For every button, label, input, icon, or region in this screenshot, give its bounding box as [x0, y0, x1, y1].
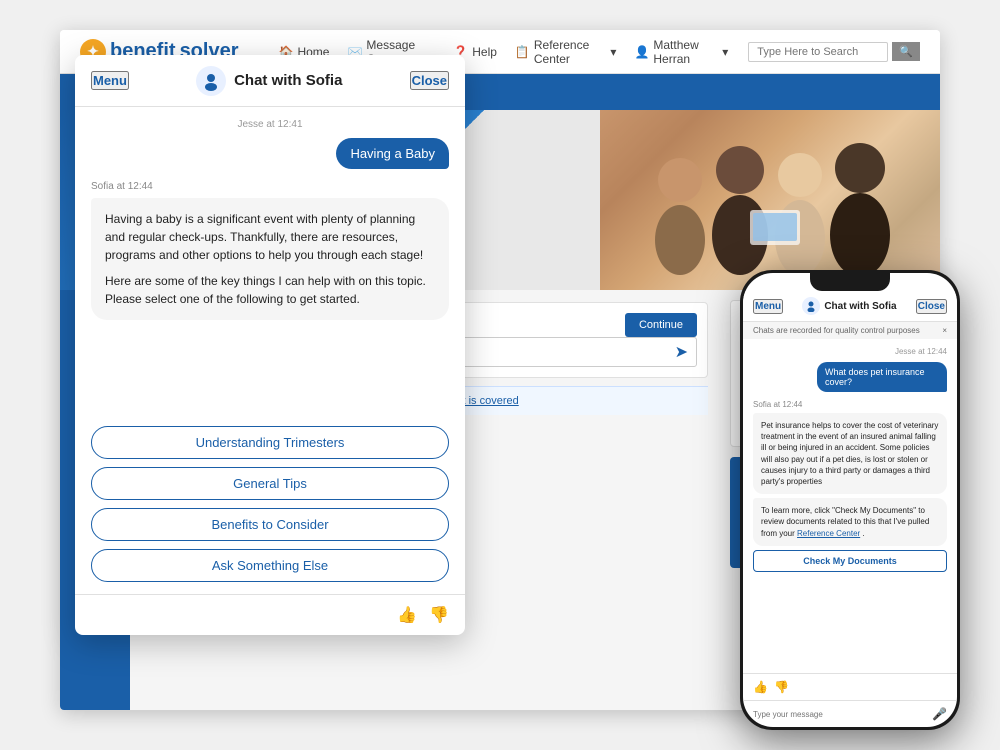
phone-chat-title: Chat with Sofia [824, 301, 896, 312]
nav-reference-center[interactable]: 📋 Reference Center ▾ [515, 38, 617, 66]
reference-icon: 📋 [515, 45, 530, 59]
sofia-avatar [196, 66, 226, 96]
phone-reference-link[interactable]: Reference Center [797, 529, 860, 538]
chat-close-button[interactable]: Close [410, 71, 449, 90]
phone-messages-area: Jesse at 12:44 What does pet insurance c… [743, 339, 957, 673]
phone-notice-close[interactable]: × [942, 326, 947, 335]
quick-replies-area: Understanding Trimesters General Tips Be… [75, 426, 465, 594]
phone-check-documents-button[interactable]: Check My Documents [753, 550, 947, 572]
user-bubble-text: Having a Baby [336, 138, 449, 169]
phone-user-timestamp: Jesse at 12:44 [753, 347, 947, 356]
user-timestamp: Jesse at 12:41 [91, 119, 449, 130]
phone-mic-icon[interactable]: 🎤 [932, 707, 947, 721]
phone-notice-bar: Chats are recorded for quality control p… [743, 322, 957, 339]
chat-messages-area: Jesse at 12:41 Having a Baby Sofia at 12… [75, 107, 465, 426]
phone-input-area: 🎤 [743, 700, 957, 727]
qr-general-tips[interactable]: General Tips [91, 467, 449, 500]
send-arrow-icon[interactable]: ➤ [667, 338, 696, 366]
nav-user[interactable]: 👤 Matthew Herran ▾ [634, 38, 728, 66]
phone-user-message: What does pet insurance cover? [753, 362, 947, 392]
sofia-text-content: Having a baby is a significant event wit… [91, 198, 449, 320]
hero-people-photo [600, 110, 940, 290]
phone-screen: Menu Chat with Sofia Close Chats are rec… [743, 273, 957, 727]
phone-body: Menu Chat with Sofia Close Chats are rec… [740, 270, 960, 730]
sofia-message-bubble: Having a baby is a significant event wit… [91, 198, 449, 320]
sofia-sender-label: Sofia at 12:44 [91, 181, 449, 192]
phone-message-input[interactable] [753, 710, 932, 719]
phone-sofia-avatar [802, 297, 820, 315]
sofia-paragraph-1: Having a baby is a significant event wit… [105, 210, 435, 264]
phone-menu-button[interactable]: Menu [753, 299, 783, 314]
qr-ask-something-else[interactable]: Ask Something Else [91, 549, 449, 582]
chat-title-area: Chat with Sofia [196, 66, 342, 96]
nav-search-area: 🔍 [748, 42, 920, 62]
continue-button[interactable]: Continue [625, 313, 697, 337]
chat-menu-button[interactable]: Menu [91, 71, 129, 90]
qr-benefits-to-consider[interactable]: Benefits to Consider [91, 508, 449, 541]
search-input[interactable] [748, 42, 888, 62]
phone-notice-text: Chats are recorded for quality control p… [753, 326, 920, 335]
phone-notch [810, 273, 890, 291]
reference-chevron-icon: ▾ [610, 45, 616, 59]
user-message-bubble: Having a Baby [91, 138, 449, 169]
sofia-paragraph-2: Here are some of the key things I can he… [105, 272, 435, 308]
phone-user-bubble: What does pet insurance cover? [817, 362, 947, 392]
phone-sofia-sender: Sofia at 12:44 [753, 400, 947, 409]
phone-chat-header: Menu Chat with Sofia Close [743, 291, 957, 322]
hero-image [600, 110, 940, 290]
chat-header: Menu Chat with Sofia Close [75, 55, 465, 107]
phone-sofia-text-1: Pet insurance helps to cover the cost of… [753, 413, 947, 494]
phone-sofia-text-2: To learn more, click "Check My Documents… [753, 498, 947, 546]
phone-footer: 👍 👎 [743, 673, 957, 700]
thumbs-up-button[interactable]: 👍 [397, 605, 417, 625]
phone-thumbs-up-button[interactable]: 👍 [753, 680, 768, 694]
user-chevron-icon: ▾ [722, 45, 728, 59]
phone-device: Menu Chat with Sofia Close Chats are rec… [740, 270, 960, 730]
desktop-chat-widget: Menu Chat with Sofia Close Jesse at 12:4… [75, 55, 465, 635]
thumbs-down-button[interactable]: 👎 [429, 605, 449, 625]
phone-thumbs-down-button[interactable]: 👎 [774, 680, 789, 694]
user-icon: 👤 [634, 45, 649, 59]
chat-title: Chat with Sofia [234, 72, 342, 89]
phone-title-area: Chat with Sofia [802, 297, 896, 315]
search-button[interactable]: 🔍 [892, 42, 920, 61]
phone-close-button[interactable]: Close [916, 299, 947, 314]
phone-thumbs-area: 👍 👎 [753, 680, 789, 694]
qr-understanding-trimesters[interactable]: Understanding Trimesters [91, 426, 449, 459]
chat-footer: 👍 👎 [75, 594, 465, 635]
